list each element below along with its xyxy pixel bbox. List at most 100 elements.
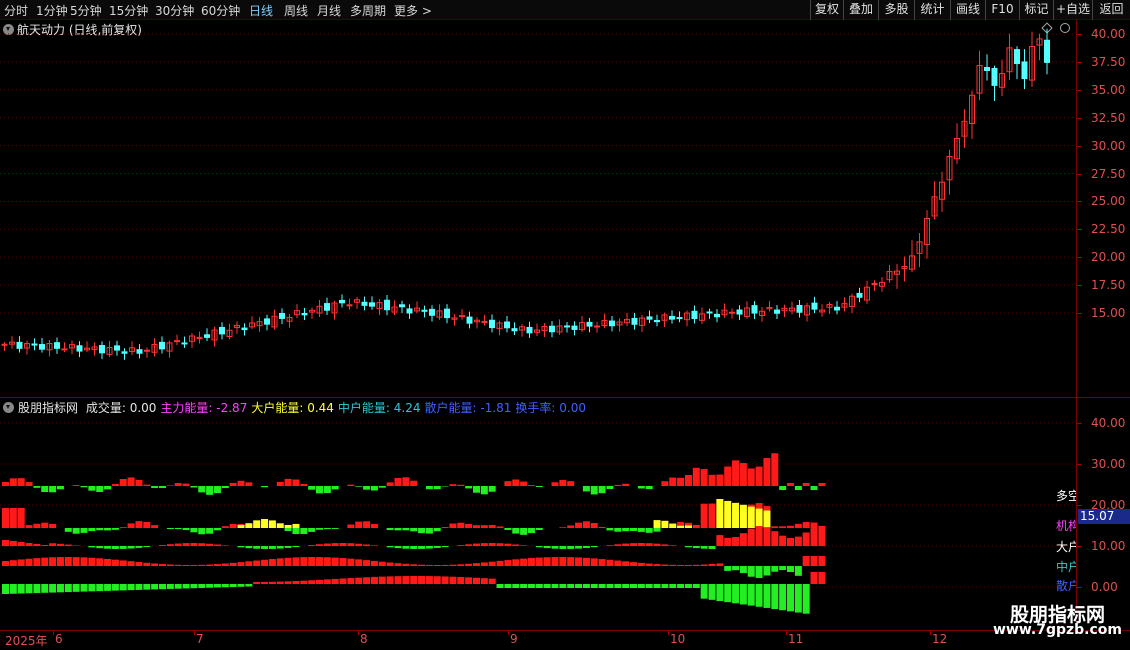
zhonghu-bar	[575, 557, 583, 566]
price-tick-mark	[1077, 257, 1081, 259]
dropdown-icon[interactable]	[3, 402, 14, 413]
jigou-bar	[606, 528, 614, 531]
candle-body	[121, 351, 128, 354]
watermark-url: www.7gpzb.com	[992, 622, 1122, 638]
dahu-bar	[245, 523, 253, 528]
indicator-tick-mark	[1077, 546, 1081, 547]
jigou-bar	[206, 528, 214, 534]
candle-body	[99, 345, 105, 354]
toolbar-button-0[interactable]: 复权	[810, 0, 843, 20]
candlestick-panel[interactable]: 航天动力 (日线,前复权)	[0, 20, 1076, 397]
toolbar-button-4[interactable]: 画线	[950, 0, 985, 20]
jigou-bar	[512, 528, 520, 534]
price-tick-label: 15.00	[1091, 306, 1126, 320]
sanhu-bar	[127, 584, 135, 591]
period-tab-2[interactable]: 5分钟	[70, 2, 102, 19]
candle-body	[691, 310, 698, 320]
jigou-bar	[119, 527, 127, 528]
jigou-bar	[425, 528, 433, 534]
dahu-level-bar	[818, 526, 826, 546]
period-tab-7[interactable]: 周线	[284, 2, 308, 19]
period-tab-1[interactable]: 1分钟	[36, 2, 68, 19]
sanhu-bar	[818, 572, 826, 584]
jigou-bar	[316, 528, 323, 530]
dahu-level-bar	[386, 546, 394, 548]
zhonghu-bar	[339, 558, 347, 566]
dahu-level-bar	[9, 541, 17, 546]
period-tab-0[interactable]: 分时	[4, 2, 28, 19]
toolbar-button-8[interactable]: 返回	[1092, 0, 1130, 20]
sanhu-bar	[732, 584, 740, 604]
zhonghu-bar	[182, 564, 190, 566]
candle-body	[39, 344, 45, 350]
zhonghu-bar	[119, 560, 127, 566]
period-tab-10[interactable]: 更多 >	[394, 2, 432, 19]
jigou-bar	[88, 528, 96, 532]
sanhu-bar	[465, 577, 473, 584]
sanhu-bar	[418, 576, 426, 584]
sanhu-bar	[284, 581, 292, 584]
dahu-bar	[684, 525, 692, 528]
jigou-bar	[402, 528, 410, 531]
jigou-bar	[111, 528, 119, 530]
period-tab-8[interactable]: 月线	[317, 2, 341, 19]
jigou-bar	[143, 521, 151, 528]
dahu-level-bar	[779, 535, 787, 546]
jigou-bar	[25, 525, 33, 528]
duokong-bar	[127, 477, 135, 486]
candle-body	[549, 325, 555, 333]
dahu-level-bar	[700, 546, 708, 549]
candle-body	[429, 308, 435, 316]
duokong-bar	[771, 453, 779, 486]
toolbar-button-6[interactable]: 标记	[1019, 0, 1053, 20]
toolbar-button-3[interactable]: 统计	[914, 0, 950, 20]
dahu-level-bar	[292, 546, 300, 548]
sanhu-bar	[480, 578, 488, 584]
jigou-bar	[622, 528, 630, 532]
jigou-bar	[49, 523, 57, 528]
duokong-bar	[684, 475, 692, 486]
jigou-bar	[96, 528, 104, 531]
date-label-0: 2025年	[5, 634, 48, 648]
dahu-level-bar	[316, 544, 323, 546]
toolbar-button-5[interactable]: F10	[985, 0, 1019, 20]
toolbar-button-7[interactable]: +自选	[1053, 0, 1092, 20]
zhonghu-bar	[88, 557, 96, 566]
sanhu-bar	[151, 584, 159, 590]
dahu-level-bar	[551, 546, 559, 549]
zhonghu-bar	[559, 557, 567, 566]
zhonghu-bar	[378, 561, 386, 566]
dahu-level-bar	[159, 545, 166, 546]
price-tick-label: 40.00	[1091, 27, 1126, 41]
period-tab-6[interactable]: 日线	[249, 2, 273, 19]
jigou-bar	[496, 526, 504, 528]
period-tab-4[interactable]: 30分钟	[155, 2, 194, 19]
toolbar-button-2[interactable]: 多股	[878, 0, 914, 20]
price-tick-label: 22.50	[1091, 222, 1126, 237]
period-tab-3[interactable]: 15分钟	[109, 2, 148, 19]
sanhu-bar	[684, 584, 692, 588]
duokong-bar	[308, 486, 316, 490]
price-tick-mark	[1077, 201, 1081, 203]
sanhu-bar	[104, 584, 112, 591]
toolbar-button-1[interactable]: 叠加	[843, 0, 878, 20]
zhonghu-bar	[268, 559, 276, 566]
period-tab-5[interactable]: 60分钟	[201, 2, 240, 19]
period-tab-9[interactable]: 多周期	[350, 2, 386, 19]
candle-body	[714, 313, 720, 318]
zhonghu-bar	[206, 564, 214, 566]
dahu-bar	[653, 520, 661, 528]
indicator-panel[interactable]: 股朋指标网 成交量: 0.00 主力能量: -2.87 大户能量: 0.44 中户能量…	[0, 397, 1076, 630]
zhonghu-bar	[394, 563, 402, 566]
sanhu-bar	[323, 579, 331, 584]
zhonghu-bar	[590, 558, 598, 566]
sanhu-bar	[567, 584, 575, 588]
duokong-bar	[637, 486, 645, 489]
sanhu-bar	[543, 584, 551, 588]
sanhu-bar	[582, 584, 590, 588]
sanhu-bar	[630, 584, 637, 588]
candle-body	[871, 283, 878, 286]
jigou-bar	[166, 528, 174, 530]
zhonghu-bar	[331, 557, 339, 566]
date-tick	[194, 631, 195, 635]
